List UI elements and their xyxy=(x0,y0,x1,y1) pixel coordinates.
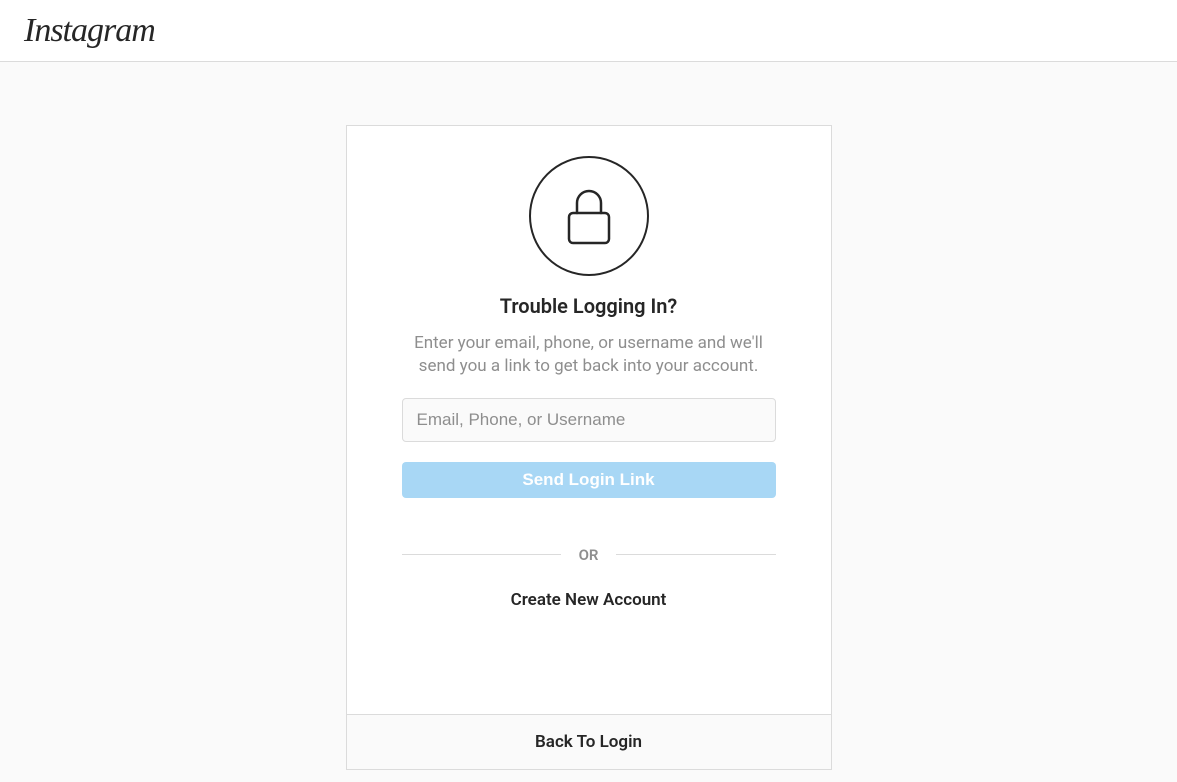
page-title: Trouble Logging In? xyxy=(500,294,678,318)
send-login-link-button[interactable]: Send Login Link xyxy=(402,462,776,498)
lock-icon xyxy=(564,187,614,245)
back-to-login-link[interactable]: Back To Login xyxy=(535,732,642,752)
card-body: Trouble Logging In? Enter your email, ph… xyxy=(347,126,831,714)
card-footer: Back To Login xyxy=(347,714,831,769)
main-content: Trouble Logging In? Enter your email, ph… xyxy=(0,62,1177,770)
lock-icon-circle xyxy=(529,156,649,276)
reset-card: Trouble Logging In? Enter your email, ph… xyxy=(346,125,832,770)
divider: OR xyxy=(402,546,776,564)
divider-line-right xyxy=(616,554,775,555)
create-new-account-link[interactable]: Create New Account xyxy=(511,590,667,610)
email-phone-username-input[interactable] xyxy=(402,398,776,442)
divider-line-left xyxy=(402,554,561,555)
divider-text: OR xyxy=(561,546,617,564)
page-subtitle: Enter your email, phone, or username and… xyxy=(392,332,786,378)
instagram-logo[interactable]: Instagram xyxy=(24,12,155,50)
top-header: Instagram xyxy=(0,0,1177,62)
